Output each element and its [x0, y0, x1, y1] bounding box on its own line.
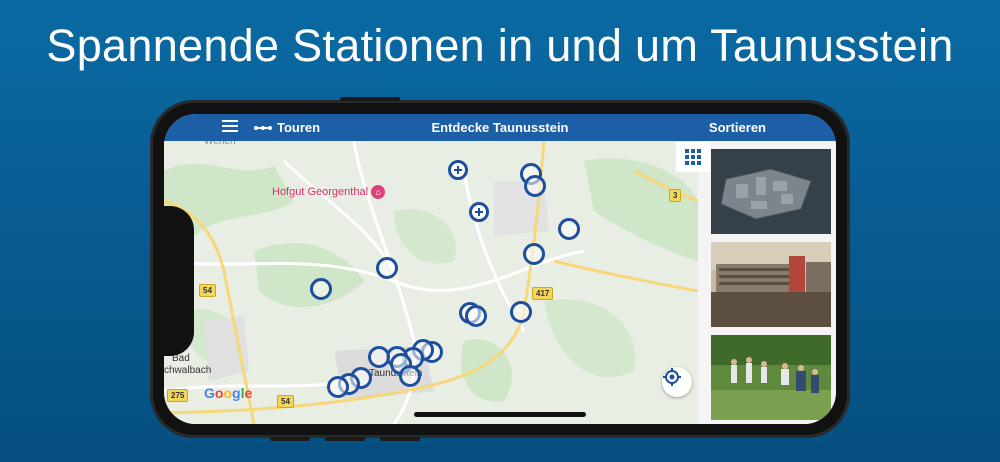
- phone-side-button: [340, 97, 400, 101]
- road-shield-54-bottom: 54: [277, 395, 294, 408]
- road-shield-417: 417: [532, 287, 554, 300]
- station-cluster-marker[interactable]: [448, 160, 468, 180]
- station-marker[interactable]: [523, 243, 545, 265]
- station-marker[interactable]: [465, 305, 487, 327]
- road-shield-3: 3: [669, 189, 682, 202]
- headline: Spannende Stationen in und um Taunusstei…: [46, 20, 954, 71]
- phone-frame: Touren Entdecke Taunusstein Sortieren Ho…: [150, 97, 850, 441]
- grid-view-icon[interactable]: [676, 142, 710, 172]
- road-shield-275: 275: [167, 389, 189, 402]
- building-photo-thumbnail[interactable]: [711, 242, 831, 327]
- map-label-schwalbach: chwalbach: [164, 365, 212, 376]
- station-marker[interactable]: [524, 175, 546, 197]
- map-background: [164, 141, 698, 424]
- phone-notch: [164, 206, 194, 356]
- station-cluster-marker[interactable]: [469, 202, 489, 222]
- bed-icon: ⌂: [371, 185, 386, 199]
- group-outdoor-photo-thumbnail[interactable]: [711, 335, 831, 420]
- google-attribution: Google: [204, 385, 253, 401]
- map-view[interactable]: Hofgut Georgenthal ⌂ Wehen Bad chwalbach…: [164, 136, 698, 424]
- sort-button[interactable]: Sortieren: [709, 120, 766, 135]
- phone-side-button: [325, 437, 365, 441]
- poi-hofgut[interactable]: Hofgut Georgenthal ⌂: [272, 185, 386, 199]
- 3d-floorplan-thumbnail[interactable]: [711, 149, 831, 234]
- station-marker[interactable]: [327, 376, 349, 398]
- station-marker[interactable]: [376, 257, 398, 279]
- station-marker[interactable]: [368, 346, 390, 368]
- home-indicator: [414, 412, 586, 417]
- locate-icon[interactable]: [662, 367, 692, 397]
- phone-side-button: [380, 437, 420, 441]
- station-marker[interactable]: [399, 365, 421, 387]
- app-screen: Touren Entdecke Taunusstein Sortieren Ho…: [164, 114, 836, 424]
- phone-side-button: [270, 437, 310, 441]
- app-topbar: Touren Entdecke Taunusstein Sortieren: [164, 114, 836, 141]
- station-marker[interactable]: [558, 218, 580, 240]
- station-marker[interactable]: [310, 278, 332, 300]
- road-shield-54: 54: [199, 284, 216, 297]
- station-thumbnail-panel: [698, 141, 836, 424]
- station-marker[interactable]: [510, 301, 532, 323]
